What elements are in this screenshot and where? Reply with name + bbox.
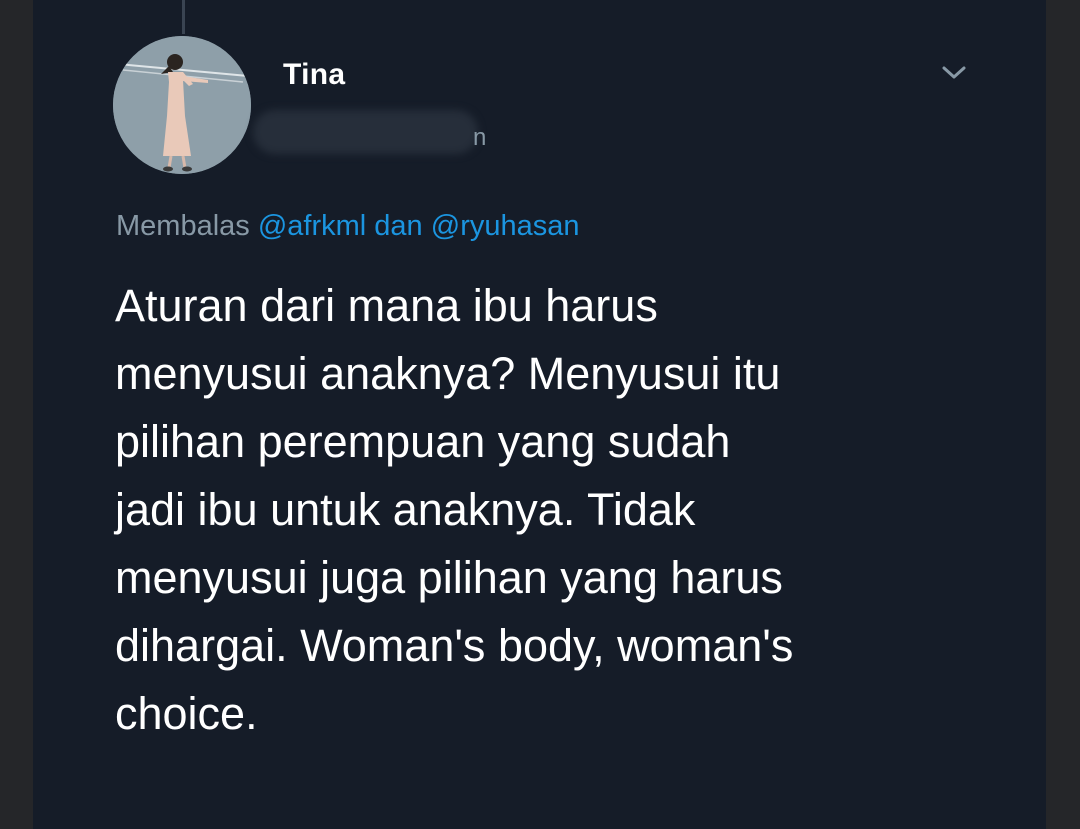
tweet-text: Aturan dari mana ibu harus menyusui anak… [115, 280, 794, 739]
profile-photo-icon [113, 36, 251, 174]
reply-mention-afrkml[interactable]: @afrkml [258, 210, 366, 242]
reply-context: Membalas @afrkml dan @ryuhasan [116, 210, 580, 243]
chevron-down-icon [942, 66, 966, 79]
reply-prefix: Membalas [116, 210, 250, 242]
avatar[interactable] [113, 36, 251, 174]
reply-joiner: dan [374, 210, 423, 242]
tweet-menu-button[interactable] [939, 60, 969, 86]
reply-mention-ryuhasan[interactable]: @ryuhasan [431, 210, 580, 242]
thread-connector-line [182, 0, 185, 34]
author-handle-tail: n [473, 124, 487, 151]
frame-right-border [1046, 0, 1080, 829]
frame-left-border [0, 0, 33, 829]
tweet-card: Tina n Membalas @afrkml dan @ryuhasan At… [33, 0, 1046, 829]
author-name[interactable]: Tina [283, 58, 345, 92]
author-handle-redacted [253, 110, 478, 154]
